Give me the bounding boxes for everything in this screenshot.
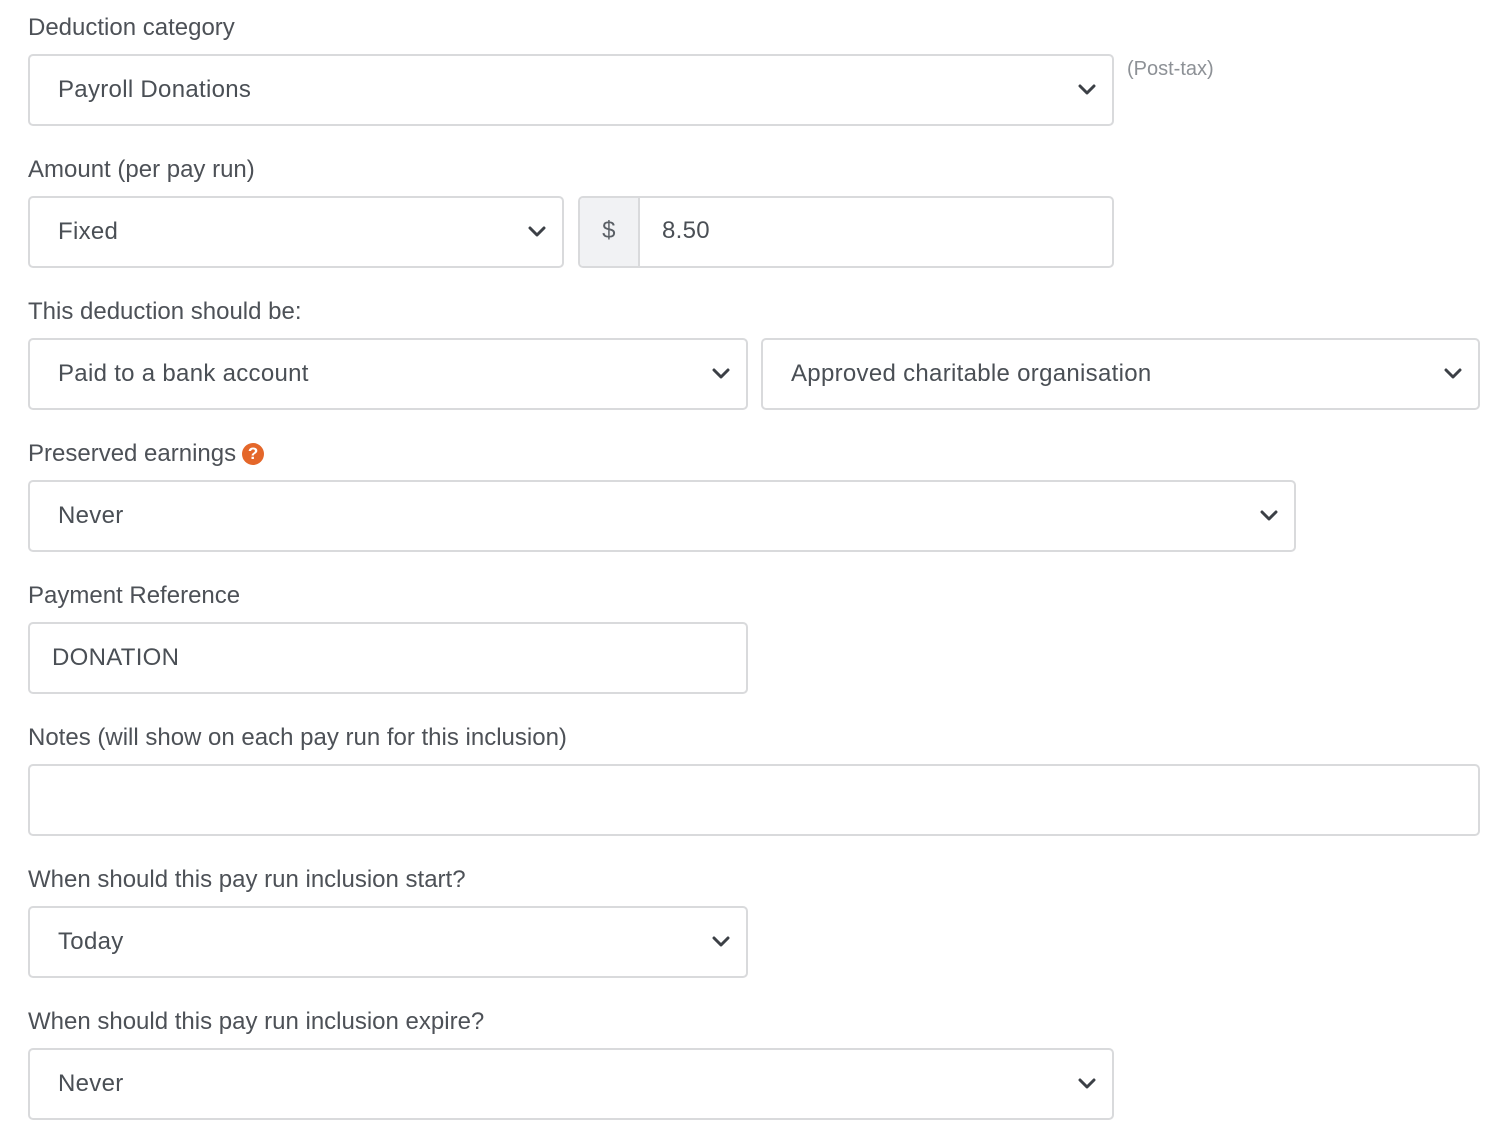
- amount-input[interactable]: 8.50: [662, 198, 710, 264]
- payment-reference-value: DONATION: [52, 644, 180, 671]
- chevron-down-icon: [712, 366, 730, 382]
- question-circle-icon[interactable]: ?: [242, 443, 265, 465]
- chevron-down-icon: [712, 934, 730, 950]
- post-tax-hint: (Post-tax): [1127, 58, 1214, 80]
- preserved-earnings-value: Never: [58, 502, 124, 529]
- chevron-down-icon: [528, 224, 546, 240]
- expire-select[interactable]: Never: [28, 1048, 1114, 1120]
- deduction-destination-label: This deduction should be:: [28, 298, 302, 325]
- amount-type-select[interactable]: Fixed: [28, 196, 564, 268]
- chevron-down-icon: [1444, 366, 1462, 382]
- preserved-earnings-select[interactable]: Never: [28, 480, 1296, 552]
- expire-label: When should this pay run inclusion expir…: [28, 1008, 485, 1035]
- amount-type-value: Fixed: [58, 218, 119, 245]
- start-select[interactable]: Today: [28, 906, 748, 978]
- payee-type-select[interactable]: Paid to a bank account: [28, 338, 748, 410]
- deduction-category-label: Deduction category: [28, 14, 235, 41]
- notes-label: Notes (will show on each pay run for thi…: [28, 724, 567, 751]
- start-label: When should this pay run inclusion start…: [28, 866, 466, 893]
- payee-value: Approved charitable organisation: [791, 360, 1152, 387]
- preserved-earnings-label: Preserved earnings: [28, 440, 237, 467]
- expire-value: Never: [58, 1070, 124, 1097]
- payment-reference-label: Payment Reference: [28, 582, 241, 609]
- preserved-earnings-label-row: Preserved earnings?: [28, 439, 265, 469]
- currency-addon: $: [580, 198, 640, 266]
- chevron-down-icon: [1078, 1076, 1096, 1092]
- payment-reference-input[interactable]: DONATION: [28, 622, 748, 694]
- amount-input-group: $ 8.50: [578, 196, 1114, 268]
- notes-input[interactable]: [28, 764, 1480, 836]
- payee-select[interactable]: Approved charitable organisation: [761, 338, 1480, 410]
- chevron-down-icon: [1078, 82, 1096, 98]
- chevron-down-icon: [1260, 508, 1278, 524]
- amount-label: Amount (per pay run): [28, 156, 255, 183]
- deduction-category-select[interactable]: Payroll Donations: [28, 54, 1114, 126]
- start-value: Today: [58, 928, 124, 955]
- deduction-category-value: Payroll Donations: [58, 76, 252, 103]
- payee-type-value: Paid to a bank account: [58, 360, 309, 387]
